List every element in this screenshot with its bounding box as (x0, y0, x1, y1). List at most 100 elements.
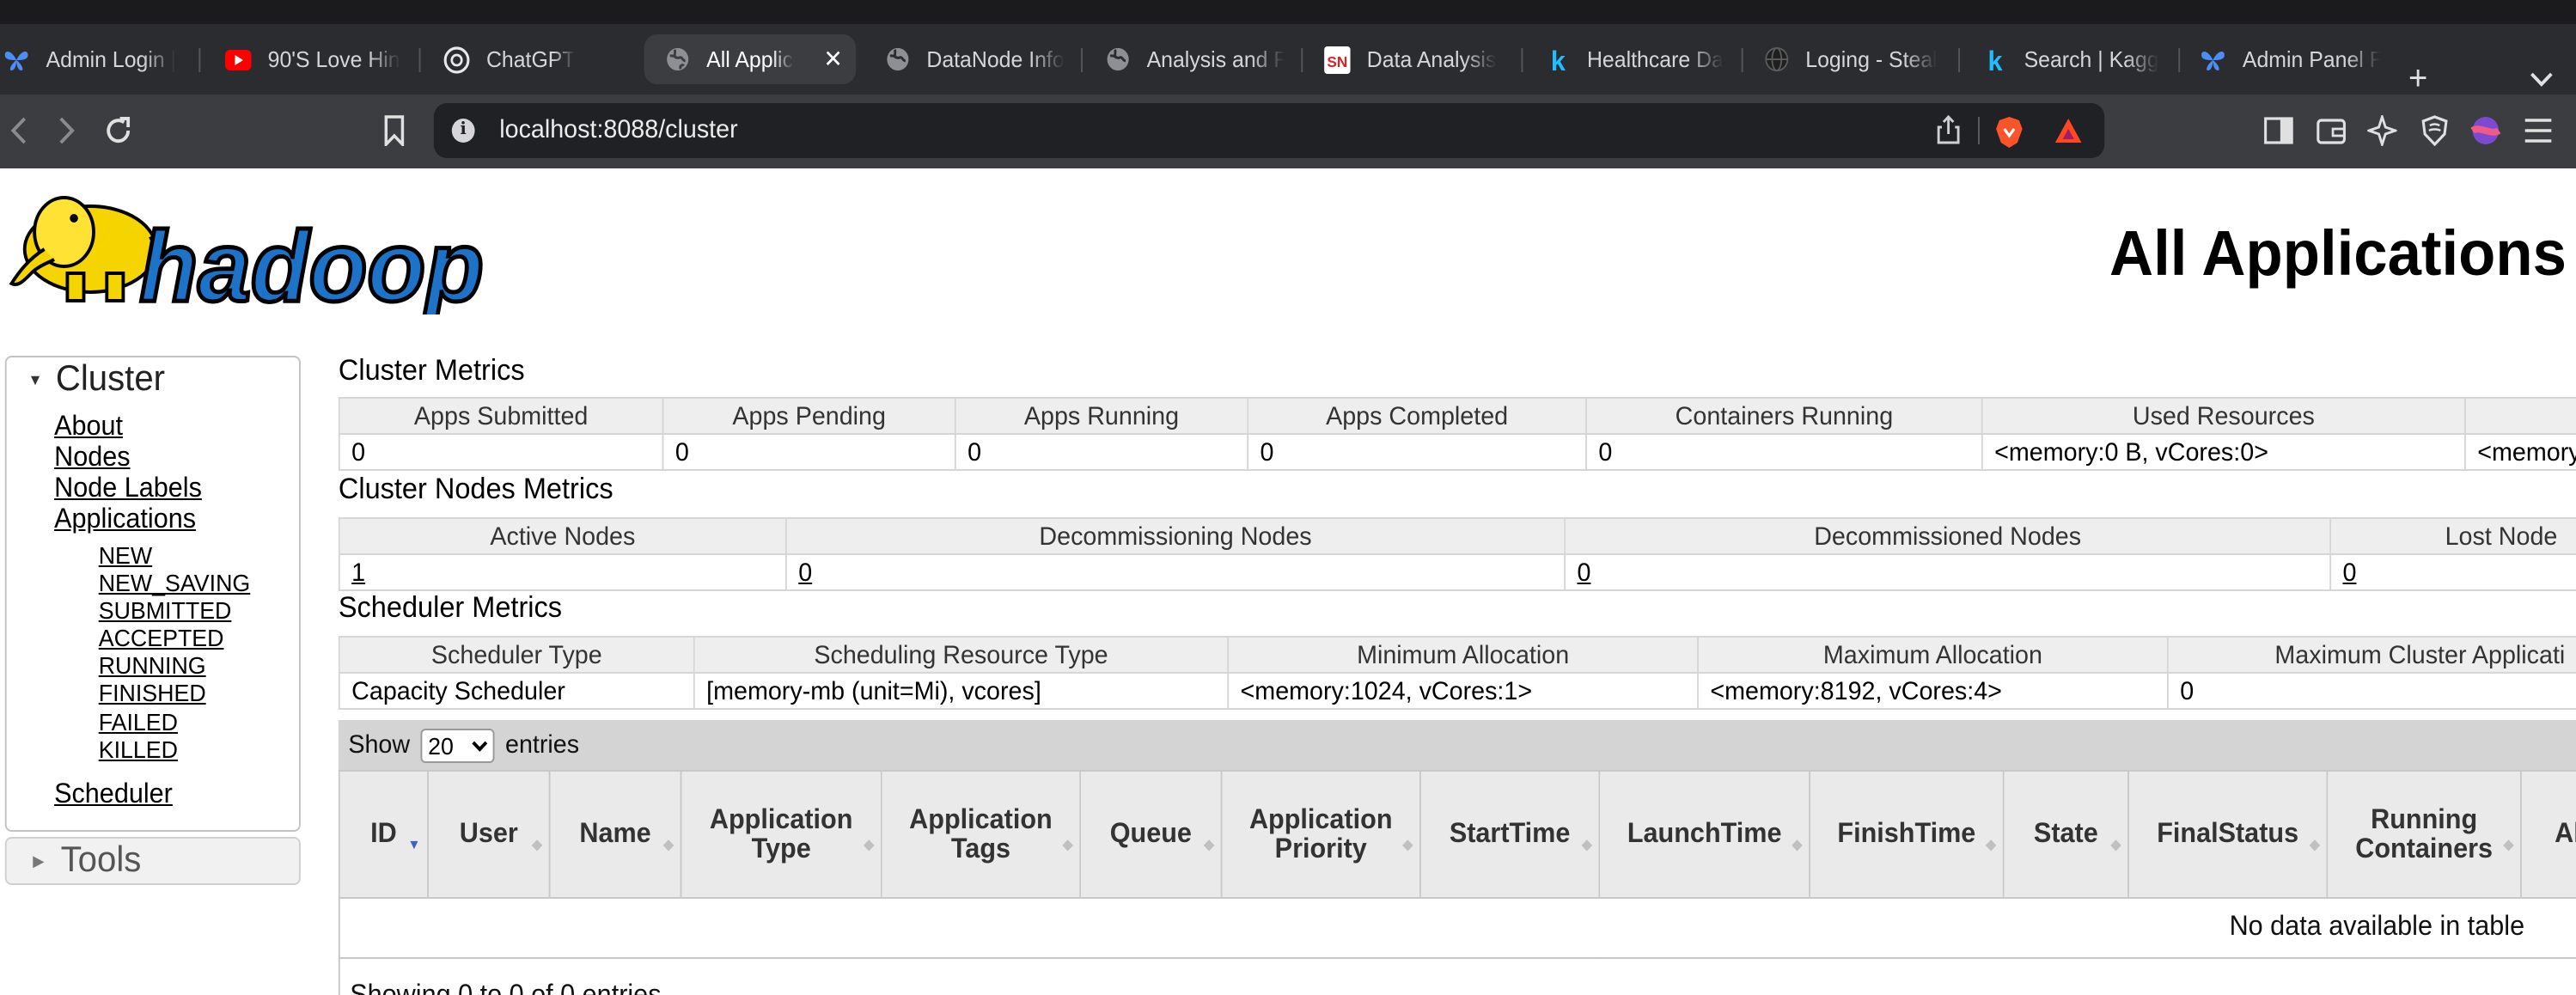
tab-datanode-info[interactable]: DataNode Info (884, 34, 1068, 84)
sort-header-finishtime[interactable]: FinishTime ◆ (1809, 770, 2005, 899)
sort-header-application-type[interactable]: Application Type ◆ (680, 770, 882, 899)
nav-link-applications[interactable]: Applications (54, 505, 202, 536)
sort-header-application-priority[interactable]: Application Priority ◆ (1220, 770, 1421, 899)
empty-table-message: No data available in table (338, 897, 2576, 959)
sort-both-icon: ◆ (1581, 837, 1592, 852)
globe-dark-icon (1763, 46, 1790, 73)
column-header (2463, 397, 2576, 435)
tab-youtube[interactable]: 90'S Love Hin (224, 34, 402, 84)
profile-avatar-icon[interactable] (2469, 113, 2502, 148)
sort-header-finalstatus[interactable]: FinalStatus ◆ (2127, 770, 2329, 899)
butterfly-icon (3, 46, 30, 73)
tools-section-header[interactable]: ▶ Tools (4, 837, 301, 885)
table-cell: 0 (1585, 433, 1983, 471)
sort-header-state[interactable]: State ◆ (2002, 770, 2129, 899)
sort-descending-icon: ▼ (407, 837, 421, 852)
table-length-controls: Show 20 entries (338, 720, 2576, 770)
table-row: 1 0 0 0 (338, 553, 2576, 591)
sort-header-running-containers[interactable]: Running Containers ◆ (2326, 770, 2522, 899)
bookmark-icon[interactable] (376, 112, 412, 150)
menu-icon[interactable] (2522, 113, 2555, 148)
state-link-accepted[interactable]: ACCEPTED (99, 625, 251, 652)
sort-both-icon: ◆ (1062, 837, 1073, 852)
close-tab-icon[interactable]: ✕ (814, 45, 842, 74)
state-link-finished[interactable]: FINISHED (99, 680, 251, 707)
nav-link-about[interactable]: About (54, 412, 202, 443)
address-separator (1978, 117, 1980, 144)
sort-header-user[interactable]: User ◆ (427, 770, 551, 899)
cluster-links: About Nodes Node Labels Applications (54, 412, 202, 536)
tab-list-chevron-icon[interactable] (2530, 65, 2553, 96)
tab-all-applications[interactable]: All Applic ✕ (644, 34, 857, 84)
column-header: Scheduler Type (338, 636, 695, 674)
site-info-icon[interactable]: i (451, 119, 475, 143)
brave-shields-icon[interactable] (1994, 115, 2024, 158)
sort-header-application-tags[interactable]: Application Tags ◆ (880, 770, 1082, 899)
new-tab-button[interactable]: + (2408, 62, 2427, 96)
table-cell: 0 (1564, 553, 2332, 591)
sort-header-id[interactable]: ID ▼ (338, 770, 430, 899)
lost-nodes-link[interactable]: 0 (2342, 558, 2356, 587)
sort-header-starttime[interactable]: StartTime ◆ (1419, 770, 1601, 899)
active-nodes-link[interactable]: 1 (351, 558, 365, 587)
browser-toolbar: i localhost:8088/cluster (0, 95, 2576, 168)
wallet-icon[interactable] (2315, 113, 2347, 148)
globe-icon (884, 46, 911, 73)
reload-icon[interactable] (101, 112, 137, 150)
tab-search-kaggle[interactable]: k Search | Kagg (1981, 34, 2162, 84)
cluster-section-header[interactable]: ▼ Cluster (7, 357, 299, 402)
sort-header-allocated[interactable]: Al V (2519, 770, 2576, 899)
table-header-row: Active Nodes Decommissioning Nodes Decom… (338, 517, 2576, 555)
table-row: No data available in table (338, 897, 2576, 959)
tab-separator (418, 48, 421, 72)
cluster-metrics-table: Apps Submitted Apps Pending Apps Running… (338, 397, 2576, 471)
nav-link-node-labels[interactable]: Node Labels (54, 474, 202, 505)
page-size-select[interactable]: 20 (419, 728, 494, 762)
state-link-new-saving[interactable]: NEW_SAVING (99, 569, 251, 596)
address-bar[interactable]: i localhost:8088/cluster (433, 103, 2105, 158)
window-topbar (0, 0, 2576, 24)
sn-icon: SN (1324, 46, 1351, 73)
tab-strip: Admin Login | 90'S Love Hin ChatGPT All … (0, 24, 2576, 96)
share-icon[interactable] (1935, 114, 1962, 155)
tab-loging[interactable]: Loging - Steal (1763, 34, 1944, 84)
state-link-failed[interactable]: FAILED (99, 707, 251, 735)
sort-both-icon: ◆ (1792, 837, 1803, 852)
globe-icon (1104, 46, 1131, 73)
forward-arrow-icon[interactable] (49, 112, 85, 150)
back-arrow-icon[interactable] (0, 112, 36, 150)
node-metrics-table: Active Nodes Decommissioning Nodes Decom… (338, 517, 2576, 591)
tab-admin-panel[interactable]: Admin Panel F (2200, 34, 2380, 84)
table-row: 0 0 0 0 0 <memory:0 B, vCores:0> <memory (338, 433, 2576, 471)
tab-healthcare[interactable]: k Healthcare Da (1544, 34, 1724, 84)
vpn-shield-icon[interactable] (2418, 113, 2451, 148)
leo-ai-icon[interactable] (2365, 113, 2398, 148)
column-header: Decommissioned Nodes (1564, 517, 2332, 555)
state-link-killed[interactable]: KILLED (99, 735, 251, 762)
sort-header-queue[interactable]: Queue ◆ (1079, 770, 1223, 899)
table-header-row: Apps Submitted Apps Pending Apps Running… (338, 397, 2576, 435)
column-header: Decommissioning Nodes (784, 517, 1566, 555)
nav-link-scheduler[interactable]: Scheduler (54, 780, 173, 811)
sort-header-launchtime[interactable]: LaunchTime ◆ (1598, 770, 1811, 899)
sidebar-icon[interactable] (2262, 113, 2295, 148)
tab-chatgpt[interactable]: ChatGPT (443, 34, 624, 84)
state-link-running[interactable]: RUNNING (99, 652, 251, 680)
state-link-submitted[interactable]: SUBMITTED (99, 596, 251, 624)
url-text[interactable]: localhost:8088/cluster (499, 115, 737, 144)
tab-data-analysis[interactable]: SN Data Analysis (1324, 34, 1505, 84)
tab-separator (1301, 48, 1303, 72)
sort-both-icon: ◆ (663, 837, 674, 852)
chatgpt-icon (443, 46, 470, 73)
tab-analysis[interactable]: Analysis and F (1104, 34, 1285, 84)
table-cell: 0 (2166, 672, 2576, 710)
decommissioned-nodes-link[interactable]: 0 (1578, 558, 1591, 587)
globe-icon (663, 46, 690, 73)
decommissioning-nodes-link[interactable]: 0 (798, 558, 812, 587)
state-link-new[interactable]: NEW (99, 541, 251, 569)
sort-header-name[interactable]: Name ◆ (548, 770, 682, 899)
brave-rewards-icon[interactable] (2054, 117, 2083, 153)
nav-link-nodes[interactable]: Nodes (54, 443, 202, 474)
tab-admin-login[interactable]: Admin Login | (3, 34, 187, 84)
hadoop-logo[interactable]: hadoop (9, 184, 522, 325)
